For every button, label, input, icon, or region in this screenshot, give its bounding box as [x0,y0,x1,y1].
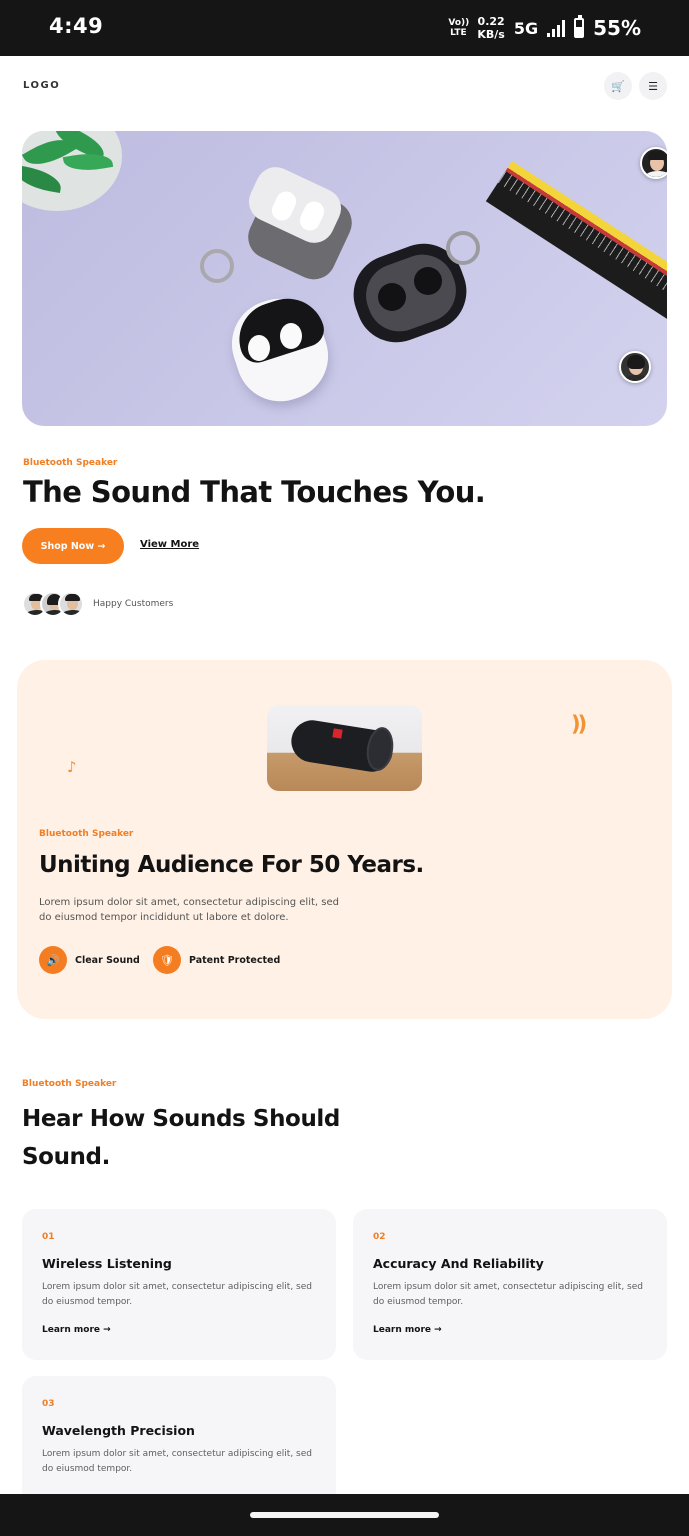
music-note-icon: ♪ [67,758,77,776]
speaker-image [267,705,422,791]
card-title: Wavelength Precision [42,1423,195,1438]
feature-label: Clear Sound [75,954,140,966]
status-bar: 4:49 Vo)) LTE 0.22 KB/s 5G 55% [0,0,689,56]
signal-bars-icon [547,19,566,37]
shield-icon: 🛡 [153,946,181,974]
section-title: Hear How Sounds Should Sound. [22,1106,340,1170]
network-type: 5G [513,18,539,38]
status-time: 4:49 [49,14,104,38]
ruler-decoration [485,161,667,327]
section-eyebrow: Bluetooth Speaker [22,1079,117,1089]
speaker-icon: 🔊 [39,946,67,974]
promo-text-line2: do eiusmod tempor incididunt ut labore e… [39,912,289,923]
learn-more-link[interactable]: Learn more → [373,1325,442,1335]
promo-eyebrow: Bluetooth Speaker [39,829,134,839]
net-speed: 0.22 KB/s [477,15,505,41]
promo-title: Uniting Audience For 50 Years. [39,852,424,878]
hero-title: The Sound That Touches You. [23,475,486,509]
feature-card[interactable]: 03 Wavelength Precision Lorem ipsum dolo… [22,1376,336,1506]
hamburger-menu-icon: ☰ [648,79,658,93]
home-indicator[interactable] [250,1512,439,1518]
learn-more-link[interactable]: Learn more → [42,1325,111,1335]
card-title: Accuracy And Reliability [373,1256,544,1271]
card-text: Lorem ipsum dolor sit amet, consectetur … [42,1449,312,1474]
sound-wave-icon: )) [571,712,587,736]
hero-image [22,131,667,426]
logo[interactable]: LOGO [23,80,60,91]
battery-icon [574,15,585,38]
card-number: 03 [42,1399,55,1409]
feature-patent-protected: 🛡 Patent Protected [153,946,280,974]
shop-now-button[interactable]: Shop Now → [22,528,124,564]
avatar [58,591,84,617]
reviewer-avatar[interactable] [619,351,651,383]
card-text: Lorem ipsum dolor sit amet, consectetur … [373,1282,643,1307]
feature-clear-sound: 🔊 Clear Sound [39,946,140,974]
promo-text-line1: Lorem ipsum dolor sit amet, consectetur … [39,897,339,908]
card-title: Wireless Listening [42,1256,172,1271]
card-text: Lorem ipsum dolor sit amet, consectetur … [42,1282,312,1307]
cart-icon: 🛒 [611,79,625,93]
battery-percent: 55% [593,16,641,40]
feature-label: Patent Protected [189,954,281,966]
menu-button[interactable]: ☰ [639,72,667,100]
reviewer-avatar[interactable] [640,147,667,179]
cart-button[interactable]: 🛒 [604,72,632,100]
hero-eyebrow: Bluetooth Speaker [23,458,118,468]
feature-card[interactable]: 01 Wireless Listening Lorem ipsum dolor … [22,1209,336,1360]
feature-card[interactable]: 02 Accuracy And Reliability Lorem ipsum … [353,1209,667,1360]
system-nav-bar [0,1494,689,1536]
view-more-link[interactable]: View More [140,539,199,550]
card-number: 02 [373,1232,386,1242]
happy-customers-label: Happy Customers [93,599,174,609]
status-indicators: Vo)) LTE 0.22 KB/s 5G 55% [448,12,641,44]
volte-indicator: Vo)) LTE [448,18,470,38]
card-number: 01 [42,1232,55,1242]
